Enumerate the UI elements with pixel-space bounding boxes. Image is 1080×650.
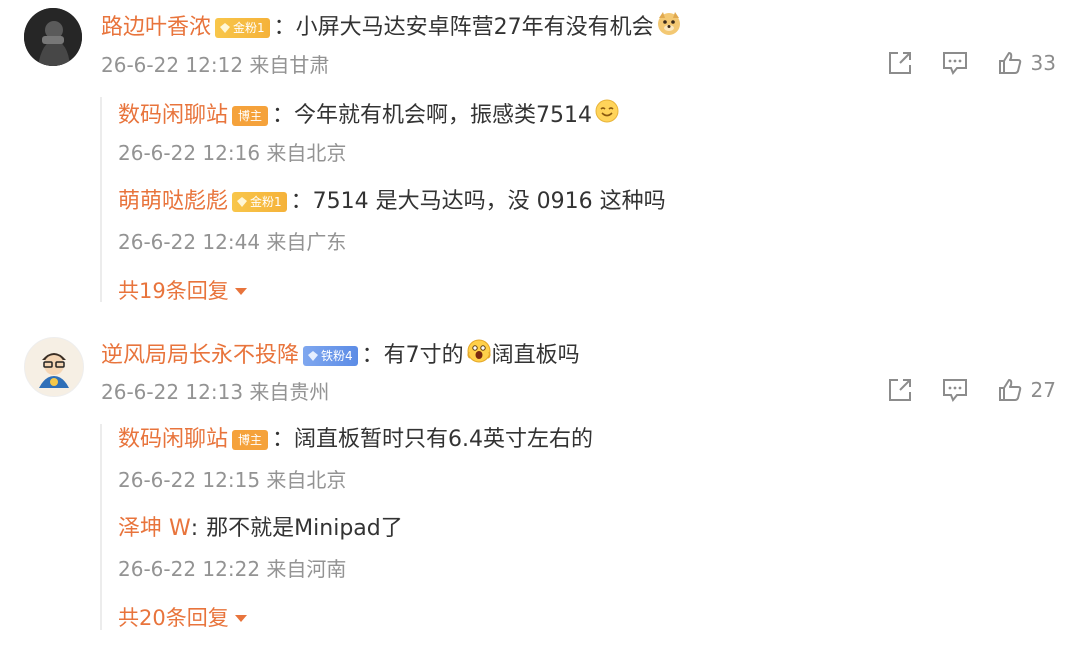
thumbs-up-icon (998, 52, 1021, 74)
reply-text: 那不就是Minipad了 (206, 516, 403, 541)
comment-header: 路边叶香浓 金粉1 ： 小屏大马达安卓阵营27年有没有机会 (101, 10, 682, 45)
reply-author[interactable]: 数码闲聊站 (118, 425, 228, 455)
reply-author[interactable]: 泽坤 W (118, 514, 191, 544)
smile-icon (594, 98, 620, 133)
more-replies-link[interactable]: 共19条回复 (118, 276, 247, 306)
fan-badge[interactable]: 铁粉4 (303, 345, 358, 366)
share-icon (888, 52, 911, 74)
reply-author[interactable]: 萌萌哒彪彪 (118, 187, 228, 217)
comment-icon (942, 379, 967, 402)
comment-button[interactable] (941, 50, 969, 76)
doge-icon (656, 10, 682, 45)
reply-item: 数码闲聊站 博主 ： 阔直板暂时只有6.4英寸左右的 (118, 425, 593, 455)
like-button[interactable]: 27 (997, 377, 1056, 403)
host-badge: 博主 (232, 105, 269, 126)
comment-text-start: 有7寸的 (383, 342, 464, 368)
reply-time: 26-6-22 12:44 来自广东 (118, 230, 347, 254)
colon: : (190, 516, 199, 541)
fan-badge[interactable]: 金粉1 (232, 192, 287, 212)
badge-label: 金粉1 (233, 20, 265, 35)
like-count: 33 (1030, 51, 1056, 75)
colon: ： (361, 342, 384, 368)
reply-item: 泽坤 W : 那不就是Minipad了 (118, 514, 403, 544)
colon: ： (272, 102, 295, 128)
colon: ： (272, 427, 295, 452)
comment-time: 26-6-22 12:12 来自甘肃 (101, 53, 330, 77)
reply-text: 7514 是大马达吗，没 0916 这种吗 (312, 189, 666, 214)
colon: ： (273, 14, 296, 40)
like-count: 27 (1030, 378, 1056, 402)
badge-label: 金粉1 (250, 195, 282, 209)
comment-actions: 33 (859, 50, 1056, 76)
thumbs-up-icon (998, 379, 1021, 401)
author-name[interactable]: 路边叶香浓 (101, 13, 211, 43)
caret-down-icon (234, 614, 247, 622)
share-button[interactable] (887, 377, 913, 403)
reply-divider (100, 97, 102, 302)
avatar[interactable] (24, 337, 84, 397)
comment-text-end: 阔直板吗 (491, 342, 580, 368)
caret-down-icon (234, 287, 247, 295)
share-button[interactable] (887, 50, 913, 76)
reply-text: 今年就有机会啊，振感类7514 (294, 102, 593, 128)
comment-header: 逆风局局长永不投降 铁粉4 ： 有7寸的 阔直板吗 (101, 338, 580, 373)
share-icon (888, 379, 911, 401)
comment-time: 26-6-22 12:13 来自贵州 (101, 380, 330, 404)
badge-label: 铁粉4 (321, 348, 353, 363)
host-badge: 博主 (232, 430, 269, 450)
reply-author[interactable]: 数码闲聊站 (118, 101, 228, 131)
reply-item: 萌萌哒彪彪 金粉1 ： 7514 是大马达吗，没 0916 这种吗 (118, 187, 666, 217)
badge-gem-icon (308, 350, 319, 361)
reply-time: 26-6-22 12:22 来自河南 (118, 557, 347, 581)
reply-time: 26-6-22 12:16 来自北京 (118, 141, 347, 165)
reply-item: 数码闲聊站 博主 ： 今年就有机会啊，振感类7514 (118, 98, 620, 133)
badge-gem-icon (220, 22, 231, 33)
more-replies-label: 共20条回复 (118, 606, 229, 630)
reply-divider (100, 424, 102, 630)
comment-button[interactable] (941, 377, 969, 403)
comment-actions: 27 (859, 377, 1056, 403)
reply-text: 阔直板暂时只有6.4英寸左右的 (294, 427, 594, 452)
more-replies-link[interactable]: 共20条回复 (118, 603, 247, 633)
fan-badge[interactable]: 金粉1 (215, 17, 270, 38)
badge-gem-icon (237, 197, 248, 207)
avatar[interactable] (24, 8, 82, 66)
like-button[interactable]: 33 (997, 50, 1056, 76)
comment-text: 小屏大马达安卓阵营27年有没有机会 (295, 14, 654, 40)
shocked-icon (466, 338, 492, 373)
author-name[interactable]: 逆风局局长永不投降 (101, 341, 299, 371)
comment-icon (942, 52, 967, 75)
reply-time: 26-6-22 12:15 来自北京 (118, 468, 347, 492)
colon: ： (290, 189, 313, 214)
more-replies-label: 共19条回复 (118, 279, 229, 303)
